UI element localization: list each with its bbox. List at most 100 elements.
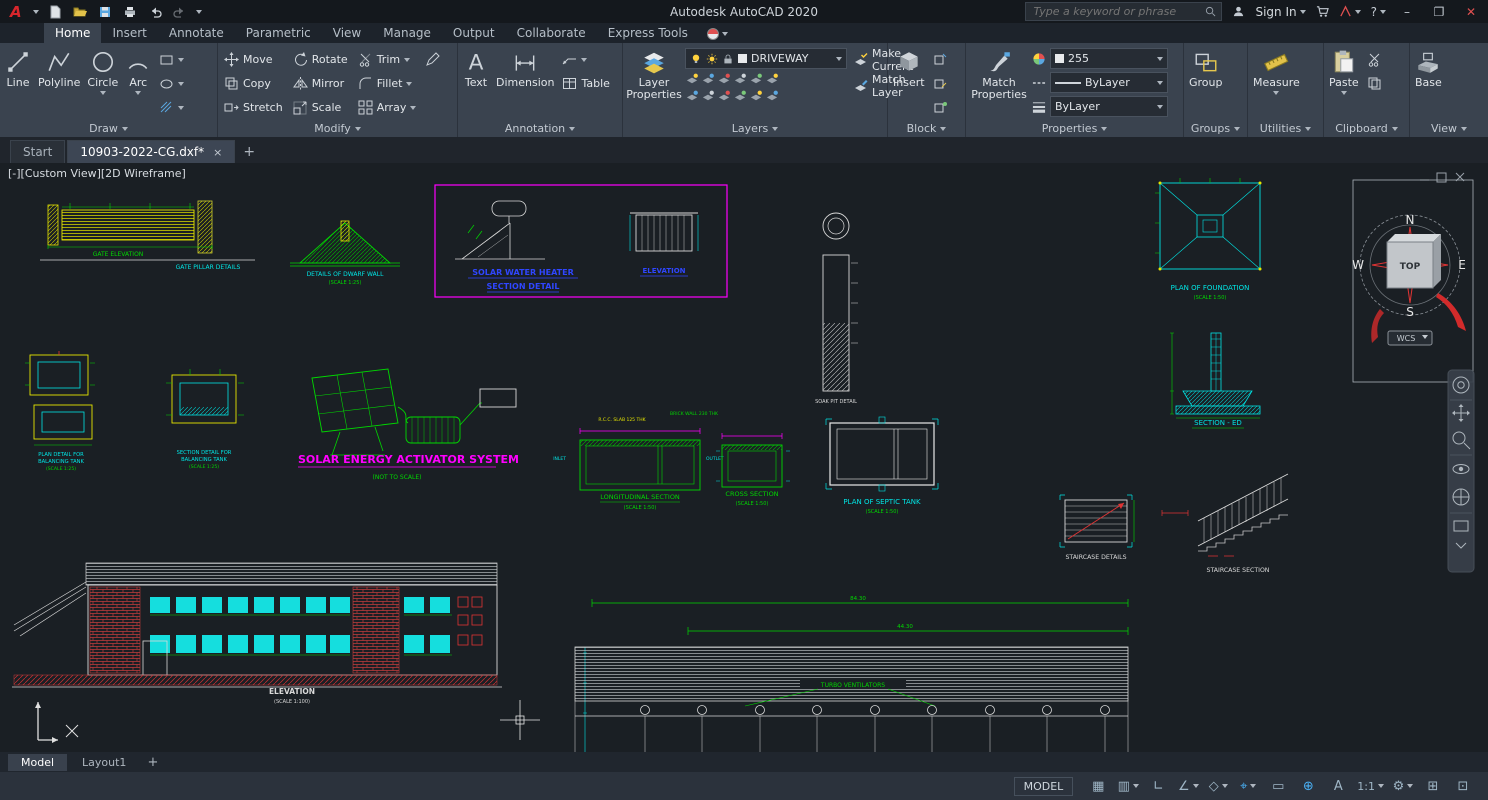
app-store-cart-icon[interactable] <box>1316 5 1329 18</box>
polar-tracking-icon[interactable]: ∠ <box>1173 776 1203 796</box>
tab-parametric[interactable]: Parametric <box>235 23 322 43</box>
save-icon[interactable] <box>96 3 114 21</box>
layer-tool-icon[interactable] <box>765 72 779 86</box>
featured-apps-icon[interactable] <box>707 28 728 43</box>
panel-clipboard-expand-icon[interactable] <box>1392 127 1398 131</box>
grid-icon[interactable]: ▦ <box>1083 776 1113 796</box>
panel-layers-label[interactable]: Layers <box>623 120 887 137</box>
tab-annotate[interactable]: Annotate <box>158 23 235 43</box>
stretch-button[interactable]: Stretch <box>221 96 286 119</box>
clean-screen-icon[interactable]: ⊡ <box>1448 776 1478 796</box>
copy-button[interactable]: Copy <box>221 72 286 95</box>
rectangle-tool-icon[interactable] <box>156 48 187 71</box>
viewcube-south-label[interactable]: S <box>1406 305 1414 319</box>
model-space-button[interactable]: MODEL <box>1014 777 1074 796</box>
new-layout-button[interactable]: + <box>141 755 164 770</box>
panel-annotation-label[interactable]: Annotation <box>458 120 622 137</box>
object-snap-icon[interactable]: ⌖ <box>1233 776 1263 796</box>
panel-modify-label[interactable]: Modify <box>218 120 457 137</box>
scale-button[interactable]: Scale <box>290 96 351 119</box>
panel-view-expand-icon[interactable] <box>1461 127 1467 131</box>
new-file-icon[interactable] <box>46 3 64 21</box>
leader-tool-icon[interactable] <box>559 48 612 71</box>
layer-tool-icon[interactable] <box>685 72 699 86</box>
autocad-logo-icon[interactable]: A <box>6 3 26 21</box>
panel-block-label[interactable]: Block <box>888 120 965 137</box>
redo-icon[interactable] <box>171 3 189 21</box>
tab-layout1[interactable]: Layout1 <box>69 754 139 771</box>
create-block-icon[interactable] <box>930 48 951 71</box>
layer-tool-icon[interactable] <box>701 72 715 86</box>
minimize-button[interactable]: – <box>1396 5 1418 19</box>
dimension-button[interactable]: Dimension <box>494 46 556 120</box>
trim-button[interactable]: Trim <box>355 48 420 71</box>
layer-tool-icon[interactable] <box>717 72 731 86</box>
panel-clipboard-label[interactable]: Clipboard <box>1324 120 1409 137</box>
layer-tool-icon[interactable] <box>749 72 763 86</box>
move-button[interactable]: Move <box>221 48 286 71</box>
layer-dropdown[interactable]: DRIVEWAY <box>685 48 847 69</box>
paste-button[interactable]: Paste <box>1327 46 1361 120</box>
layer-tool-icon[interactable] <box>685 89 699 103</box>
measure-caret-icon[interactable] <box>1273 91 1279 95</box>
annotation-scale-button[interactable]: 1:1 <box>1353 776 1388 796</box>
dynamic-input-icon[interactable]: ⊕ <box>1293 776 1323 796</box>
layer-properties-button[interactable]: Layer Properties <box>626 46 682 120</box>
viewcube[interactable]: N S W E TOP WCS <box>1352 180 1473 382</box>
undo-icon[interactable] <box>146 3 164 21</box>
layer-tool-icon[interactable] <box>765 89 779 103</box>
panel-properties-label[interactable]: Properties <box>966 120 1183 137</box>
tab-home[interactable]: Home <box>44 23 101 43</box>
color-wheel-icon[interactable] <box>1032 52 1046 66</box>
rotate-button[interactable]: Rotate <box>290 48 351 71</box>
define-attributes-icon[interactable] <box>930 96 951 119</box>
search-input[interactable] <box>1031 4 1200 19</box>
app-menu-caret-icon[interactable] <box>33 10 39 14</box>
viewcube-top-label[interactable]: TOP <box>1400 262 1421 272</box>
snap-icon[interactable]: ▥ <box>1113 776 1143 796</box>
lineweight-dropdown[interactable]: ByLayer <box>1050 96 1168 117</box>
tab-manage[interactable]: Manage <box>372 23 442 43</box>
canvas-window-controls[interactable] <box>1420 173 1464 182</box>
panel-annotation-expand-icon[interactable] <box>569 127 575 131</box>
search-icon[interactable] <box>1205 6 1216 17</box>
group-button[interactable]: Group <box>1187 46 1225 120</box>
object-color-dropdown[interactable]: 255 <box>1050 48 1168 69</box>
arc-button[interactable]: Arc <box>123 46 153 120</box>
plot-icon[interactable] <box>121 3 139 21</box>
panel-properties-expand-icon[interactable] <box>1101 127 1107 131</box>
mirror-button[interactable]: Mirror <box>290 72 351 95</box>
hatch-tool-icon[interactable] <box>156 96 187 119</box>
paste-caret-icon[interactable] <box>1341 91 1347 95</box>
table-button[interactable]: Table <box>559 72 612 95</box>
linetype-dropdown[interactable]: ByLayer <box>1050 72 1168 93</box>
tab-express-tools[interactable]: Express Tools <box>597 23 699 43</box>
viewcube-north-label[interactable]: N <box>1406 213 1415 227</box>
layer-tool-icon[interactable] <box>733 72 747 86</box>
wcs-button[interactable]: WCS <box>1388 331 1432 345</box>
fillet-button[interactable]: Fillet <box>355 72 420 95</box>
panel-modify-expand-icon[interactable] <box>355 127 361 131</box>
ellipse-tool-icon[interactable] <box>156 72 187 95</box>
file-tab-close-icon[interactable]: × <box>213 146 222 159</box>
cut-icon[interactable] <box>1364 48 1385 71</box>
new-drawing-tab-button[interactable]: + <box>243 144 255 160</box>
erase-tool-icon[interactable] <box>422 48 443 71</box>
match-properties-button[interactable]: Match Properties <box>969 46 1029 120</box>
array-button[interactable]: Array <box>355 96 420 119</box>
annotation-visibility-icon[interactable]: A <box>1323 776 1353 796</box>
panel-view-label[interactable]: View <box>1410 120 1488 137</box>
copy-clip-icon[interactable] <box>1364 72 1385 95</box>
panel-draw-label[interactable]: Draw <box>0 120 217 137</box>
file-tab-drawing[interactable]: 10903-2022-CG.dxf*× <box>67 140 235 163</box>
lineweight-display-icon[interactable]: ▭ <box>1263 776 1293 796</box>
panel-layers-expand-icon[interactable] <box>772 127 778 131</box>
panel-groups-expand-icon[interactable] <box>1234 127 1240 131</box>
qat-customize-caret-icon[interactable] <box>196 10 202 14</box>
tab-model[interactable]: Model <box>8 754 67 771</box>
linetype-icon[interactable] <box>1032 76 1046 90</box>
annotation-monitor-icon[interactable]: ⊞ <box>1418 776 1448 796</box>
ortho-icon[interactable]: ∟ <box>1143 776 1173 796</box>
tab-insert[interactable]: Insert <box>101 23 157 43</box>
navigation-bar[interactable] <box>1448 370 1474 572</box>
